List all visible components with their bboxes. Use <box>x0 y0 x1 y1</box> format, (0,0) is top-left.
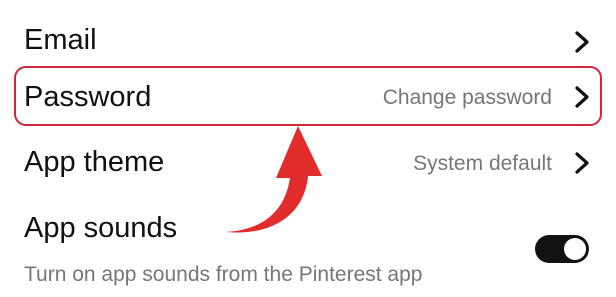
app-theme-setting-row[interactable]: App theme System default <box>0 140 616 186</box>
app-sounds-setting-row: App sounds Turn on app sounds from the P… <box>0 206 616 297</box>
app-theme-label: App theme <box>24 146 165 178</box>
password-label: Password <box>24 81 152 113</box>
password-value: Change password <box>382 86 552 109</box>
chevron-right-icon <box>572 30 592 54</box>
app-sounds-description: Turn on app sounds from the Pinterest ap… <box>24 263 423 286</box>
email-setting-row[interactable]: Email <box>0 10 616 56</box>
chevron-right-icon <box>572 151 592 175</box>
password-setting-row[interactable]: Password Change password <box>0 66 616 128</box>
app-sounds-toggle[interactable] <box>535 235 589 263</box>
toggle-knob <box>564 238 586 260</box>
app-sounds-label: App sounds <box>24 212 178 244</box>
app-theme-value: System default <box>413 152 552 175</box>
email-label: Email <box>24 24 97 56</box>
chevron-right-icon <box>572 85 592 109</box>
